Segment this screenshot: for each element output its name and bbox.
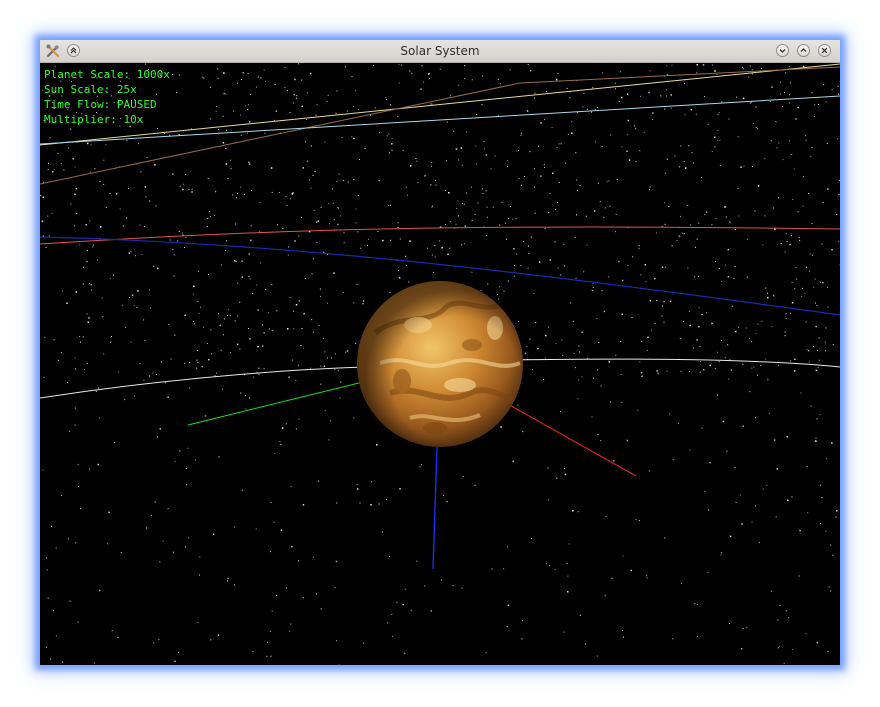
hud-overlay: Planet Scale: 1000x Sun Scale: 25x Time … — [44, 67, 170, 127]
axis-z-blue — [432, 446, 438, 570]
axis-y-green — [187, 380, 368, 426]
maximize-button[interactable] — [797, 44, 810, 57]
titlebar[interactable]: Solar System — [40, 40, 840, 63]
hud-multiplier: Multiplier: 10x — [44, 113, 144, 126]
planet-venus[interactable] — [357, 281, 523, 447]
close-button[interactable] — [818, 44, 831, 57]
hud-planet-scale: Planet Scale: 1000x — [44, 68, 170, 81]
window-title: Solar System — [400, 44, 480, 58]
3d-viewport[interactable]: Planet Scale: 1000x Sun Scale: 25x Time … — [40, 63, 840, 665]
maximize-icon — [800, 48, 807, 52]
orbit-line-white-left — [40, 366, 371, 399]
minimize-button[interactable] — [776, 44, 789, 57]
orbit-line-white-right — [509, 358, 840, 368]
space-scene — [40, 63, 840, 665]
close-icon — [821, 47, 828, 54]
app-window: Solar System Planet Scale: 1000x Sun Sca… — [40, 40, 840, 665]
hud-sun-scale: Sun Scale: 25x — [44, 83, 137, 96]
hud-time-flow: Time Flow: PAUSED — [44, 98, 157, 111]
minimize-icon — [779, 49, 786, 53]
